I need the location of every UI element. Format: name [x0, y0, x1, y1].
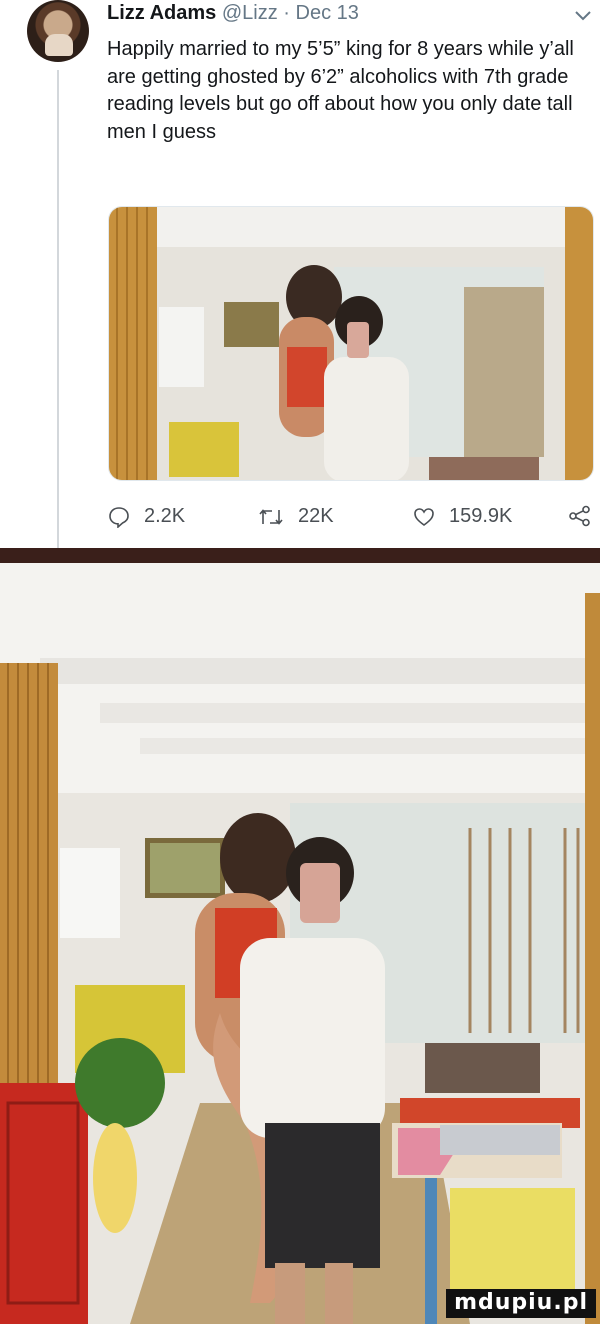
avatar[interactable] [27, 0, 89, 62]
tweet-date[interactable]: Dec 13 [296, 2, 359, 24]
tweet-image[interactable] [108, 206, 594, 481]
author-handle[interactable]: @Lizz [222, 2, 278, 24]
chevron-down-icon[interactable] [572, 4, 594, 26]
tweet-header: Lizz Adams @Lizz · Dec 13 [107, 2, 359, 25]
watermark: mdupiu.pl [446, 1289, 596, 1318]
separator: · [283, 2, 290, 24]
reply-icon [109, 506, 129, 528]
reply-count: 2.2K [144, 505, 186, 527]
tweet: Lizz Adams @Lizz · Dec 13 Happily marrie… [0, 0, 600, 548]
tweet-photo [109, 207, 593, 480]
share-button[interactable] [568, 505, 592, 527]
thread-line [57, 70, 59, 548]
retweet-count: 22K [298, 505, 334, 527]
share-icon [569, 505, 590, 527]
retweet-icon [259, 508, 283, 525]
zoomed-photo: mdupiu.pl [0, 563, 600, 1324]
retweet-button[interactable]: 22K [258, 505, 334, 528]
author-name[interactable]: Lizz Adams [107, 2, 216, 24]
like-icon [414, 507, 434, 526]
reply-button[interactable]: 2.2K [108, 505, 185, 528]
tweet-text: Happily married to my 5’5” king for 8 ye… [107, 38, 574, 143]
like-count: 159.9K [449, 505, 513, 527]
room-photo [0, 563, 600, 1324]
divider [0, 548, 600, 563]
tweet-actions: 2.2K 22K 159.9K [108, 505, 598, 537]
like-button[interactable]: 159.9K [413, 505, 512, 528]
